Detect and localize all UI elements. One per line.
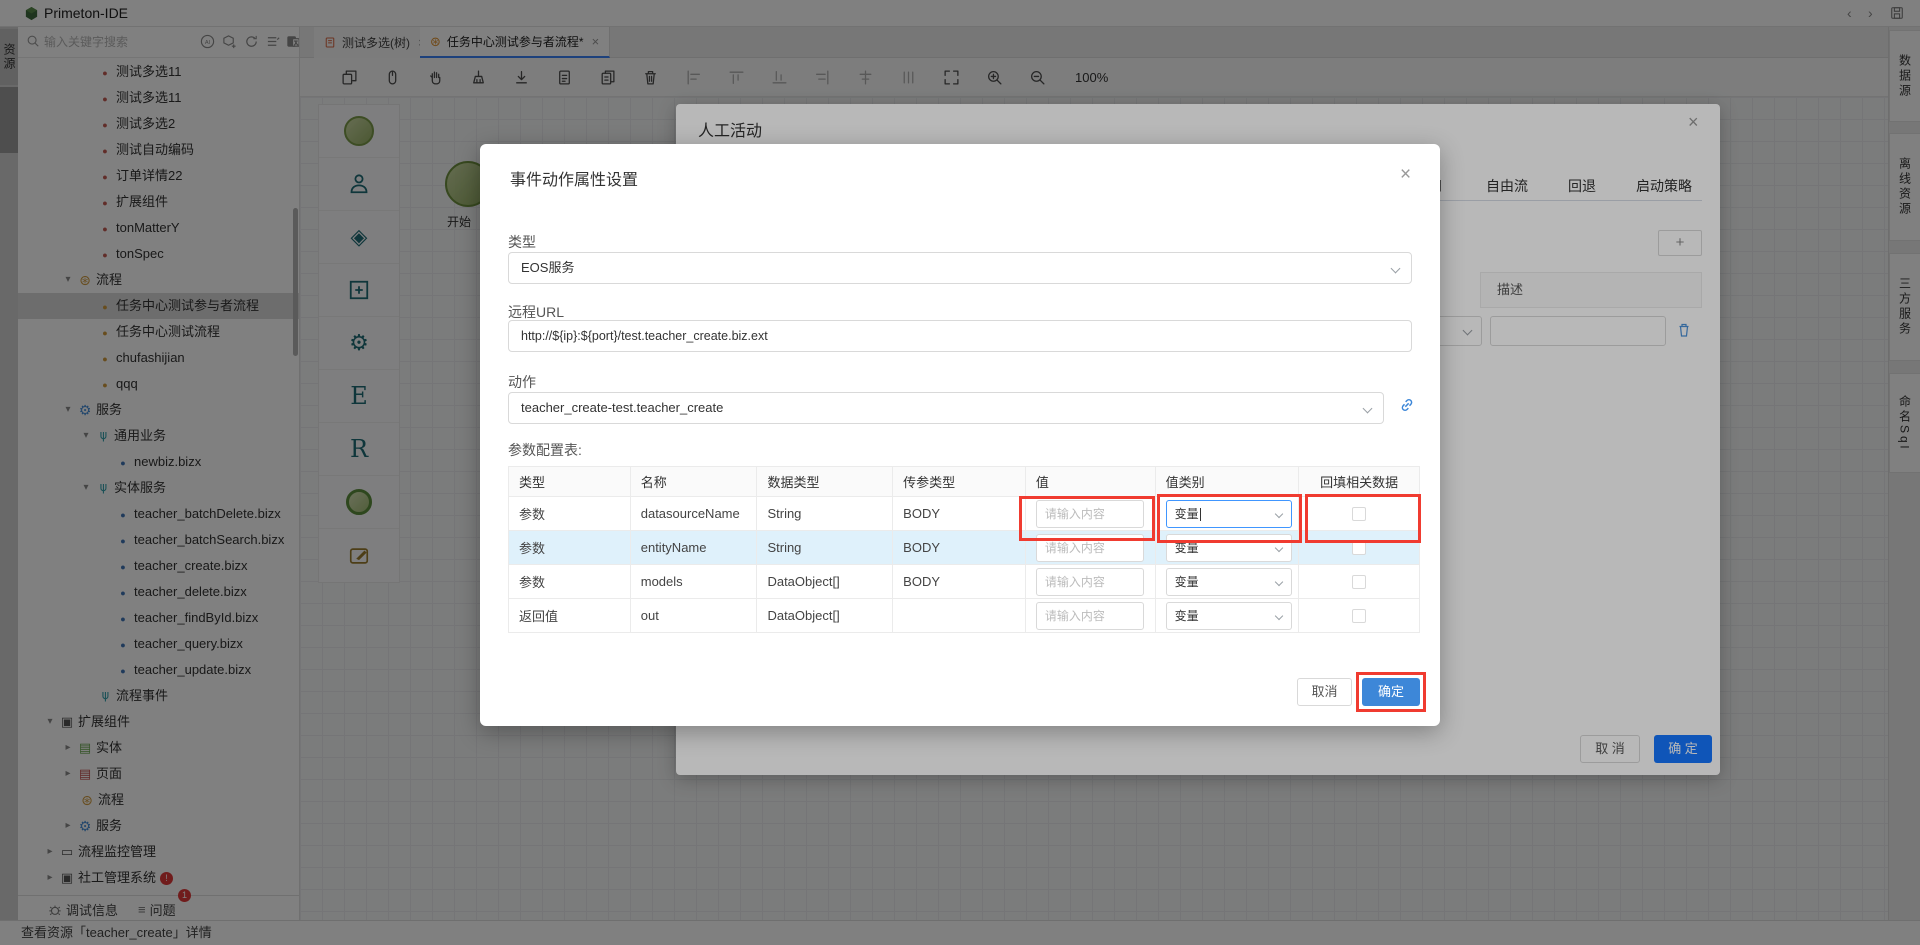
backfill-checkbox[interactable] <box>1352 609 1366 623</box>
chevron-down-icon <box>1274 611 1282 619</box>
cancel-button[interactable]: 取消 <box>1297 678 1352 706</box>
value-category-select[interactable]: 变量 <box>1166 534 1292 562</box>
value-input[interactable] <box>1036 602 1144 630</box>
backfill-checkbox[interactable] <box>1352 575 1366 589</box>
table-row: 返回值 out DataObject[] 变量 <box>509 599 1419 633</box>
remote-url-label: 远程URL <box>508 302 564 322</box>
chevron-down-icon <box>1274 509 1282 517</box>
table-row: 参数 datasourceName String BODY 变量 <box>509 497 1419 531</box>
backfill-checkbox[interactable] <box>1352 507 1366 521</box>
param-config-table: 类型 名称 数据类型 传参类型 值 值类别 回填相关数据 参数 datasour… <box>508 466 1420 633</box>
action-label: 动作 <box>508 372 536 392</box>
table-row: 参数 models DataObject[] BODY 变量 <box>509 565 1419 599</box>
value-category-select[interactable]: 变量 <box>1166 568 1292 596</box>
ok-button[interactable]: 确定 <box>1362 678 1420 706</box>
type-label: 类型 <box>508 232 536 252</box>
link-icon[interactable] <box>1398 396 1416 419</box>
event-action-properties-modal: 事件动作属性设置 × 类型 EOS服务 远程URL 动作 teacher_cre… <box>480 144 1440 726</box>
type-select[interactable]: EOS服务 <box>508 252 1412 284</box>
remote-url-input[interactable] <box>508 320 1412 352</box>
value-category-select[interactable]: 变量 <box>1166 500 1292 528</box>
text-caret <box>1200 508 1201 521</box>
chevron-down-icon <box>1274 577 1282 585</box>
value-input[interactable] <box>1036 534 1144 562</box>
value-input[interactable] <box>1036 500 1144 528</box>
table-row: 参数 entityName String BODY 变量 <box>509 531 1419 565</box>
modal-title: 事件动作属性设置 <box>510 166 638 190</box>
value-category-select[interactable]: 变量 <box>1166 602 1292 630</box>
backfill-checkbox[interactable] <box>1352 541 1366 555</box>
action-select[interactable]: teacher_create-test.teacher_create <box>508 392 1384 424</box>
value-input[interactable] <box>1036 568 1144 596</box>
param-table-label: 参数配置表: <box>508 440 582 460</box>
chevron-down-icon <box>1274 543 1282 551</box>
chevron-down-icon <box>1391 264 1401 274</box>
table-header-row: 类型 名称 数据类型 传参类型 值 值类别 回填相关数据 <box>509 467 1419 497</box>
chevron-down-icon <box>1363 404 1373 414</box>
close-icon[interactable]: × <box>1400 164 1411 186</box>
